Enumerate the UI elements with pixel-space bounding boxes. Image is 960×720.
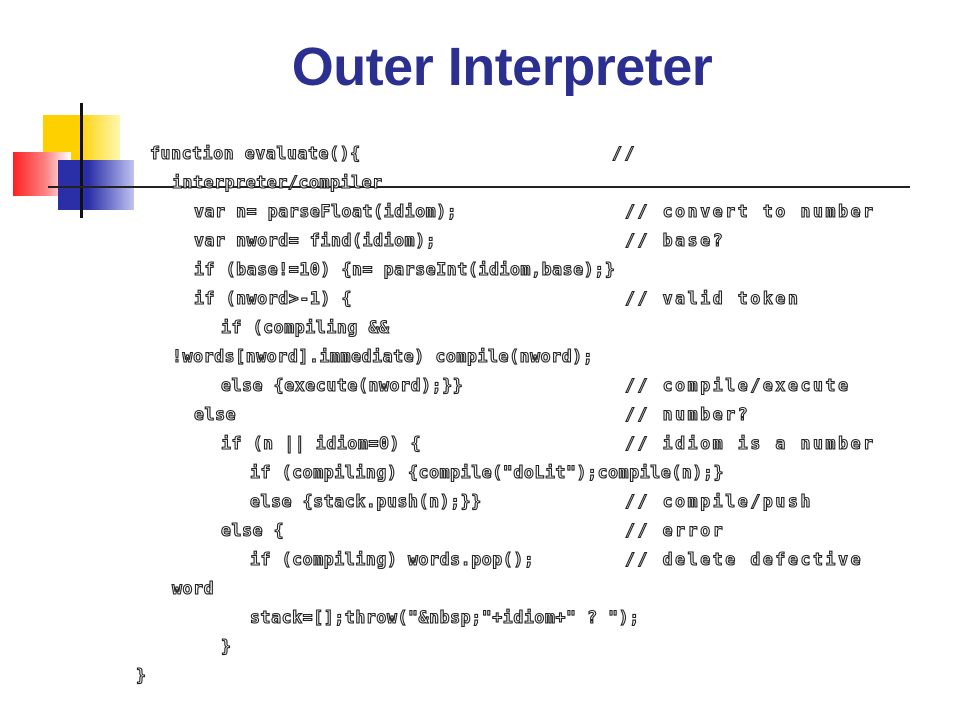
code-comment: // number? bbox=[624, 404, 751, 424]
code-line: else {execute(nword);}} bbox=[220, 375, 464, 395]
code-comment: // valid token bbox=[624, 288, 801, 308]
code-line: else bbox=[193, 404, 237, 424]
code-line: stack=[];throw("&nbsp;"+idiom+" ? "); bbox=[249, 607, 640, 627]
code-comment: // error bbox=[624, 520, 726, 540]
code-line: } bbox=[135, 665, 147, 685]
code-line: if (base!=10) {n= parseInt(idiom,base);} bbox=[193, 259, 616, 279]
code-line: function evaluate(){ bbox=[149, 143, 361, 163]
code-comment: // bbox=[611, 143, 638, 163]
code-comment: // compile/execute bbox=[624, 375, 851, 395]
code-line: var nword= find(idiom); bbox=[193, 230, 437, 250]
code-line: if (nword>-1) { bbox=[193, 288, 353, 308]
code-line: } bbox=[220, 636, 232, 656]
code-comment: // base? bbox=[624, 230, 726, 250]
code-line: if (n || idiom=0) { bbox=[220, 433, 422, 453]
code-comment: // idiom is a number bbox=[624, 433, 876, 453]
code-line: interpreter/compiler bbox=[171, 172, 383, 192]
code-comment: // delete defective bbox=[624, 549, 864, 569]
code-block: function evaluate(){ // interpreter/comp… bbox=[0, 0, 960, 720]
code-line: if (compiling) words.pop(); bbox=[249, 549, 535, 569]
code-line: if (compiling && bbox=[220, 317, 390, 337]
code-line: if (compiling) {compile("doLit");compile… bbox=[249, 462, 725, 482]
slide: Outer Interpreter function evaluate(){ /… bbox=[0, 0, 960, 720]
code-line: word bbox=[171, 578, 215, 598]
code-comment: // compile/push bbox=[624, 491, 814, 511]
code-line: else {stack.push(n);}} bbox=[249, 491, 482, 511]
code-line: !words[nword].immediate) compile(nword); bbox=[171, 346, 594, 366]
code-line: var n= parseFloat(idiom); bbox=[193, 201, 458, 221]
code-line: else { bbox=[220, 520, 285, 540]
code-comment: // convert to number bbox=[624, 201, 876, 221]
